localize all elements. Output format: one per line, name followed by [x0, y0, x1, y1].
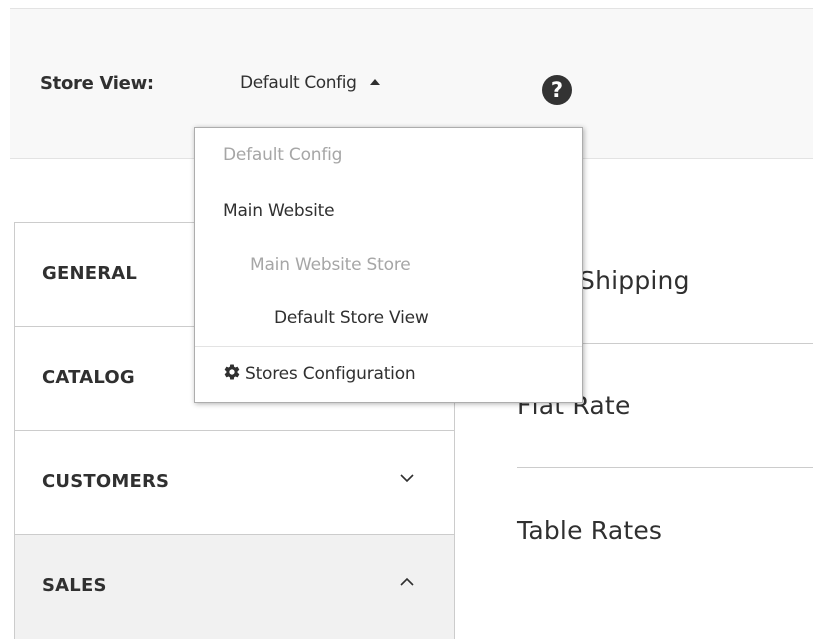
nav-item-customers[interactable]: CUSTOMERS [14, 431, 455, 535]
dropdown-option-default-config: Default Config [223, 145, 343, 165]
nav-item-label: SALES [42, 575, 107, 596]
nav-item-sales[interactable]: SALES [14, 535, 455, 639]
gear-icon [224, 364, 240, 380]
chevron-down-icon [400, 474, 414, 483]
nav-item-label: CUSTOMERS [42, 471, 170, 492]
section-divider [517, 467, 813, 468]
store-view-dropdown: Default Config Main Website Main Website… [194, 127, 583, 403]
nav-item-label: CATALOG [42, 367, 135, 388]
store-view-current: Default Config [240, 73, 357, 93]
dropdown-divider [195, 346, 582, 347]
stores-configuration-link[interactable]: Stores Configuration [223, 363, 416, 384]
help-icon[interactable]: ? [542, 75, 572, 105]
chevron-up-icon [400, 577, 414, 586]
caret-up-icon [370, 79, 381, 85]
stores-configuration-label: Stores Configuration [245, 364, 416, 384]
dropdown-option-main-website[interactable]: Main Website [223, 201, 335, 221]
nav-item-label: GENERAL [42, 263, 138, 284]
dropdown-option-main-website-store: Main Website Store [250, 255, 411, 275]
dropdown-option-default-store-view[interactable]: Default Store View [274, 308, 429, 328]
section-table-rates[interactable]: Table Rates [517, 516, 662, 545]
store-view-toggle[interactable]: Default Config [240, 73, 381, 93]
store-view-label: Store View: [40, 73, 154, 94]
